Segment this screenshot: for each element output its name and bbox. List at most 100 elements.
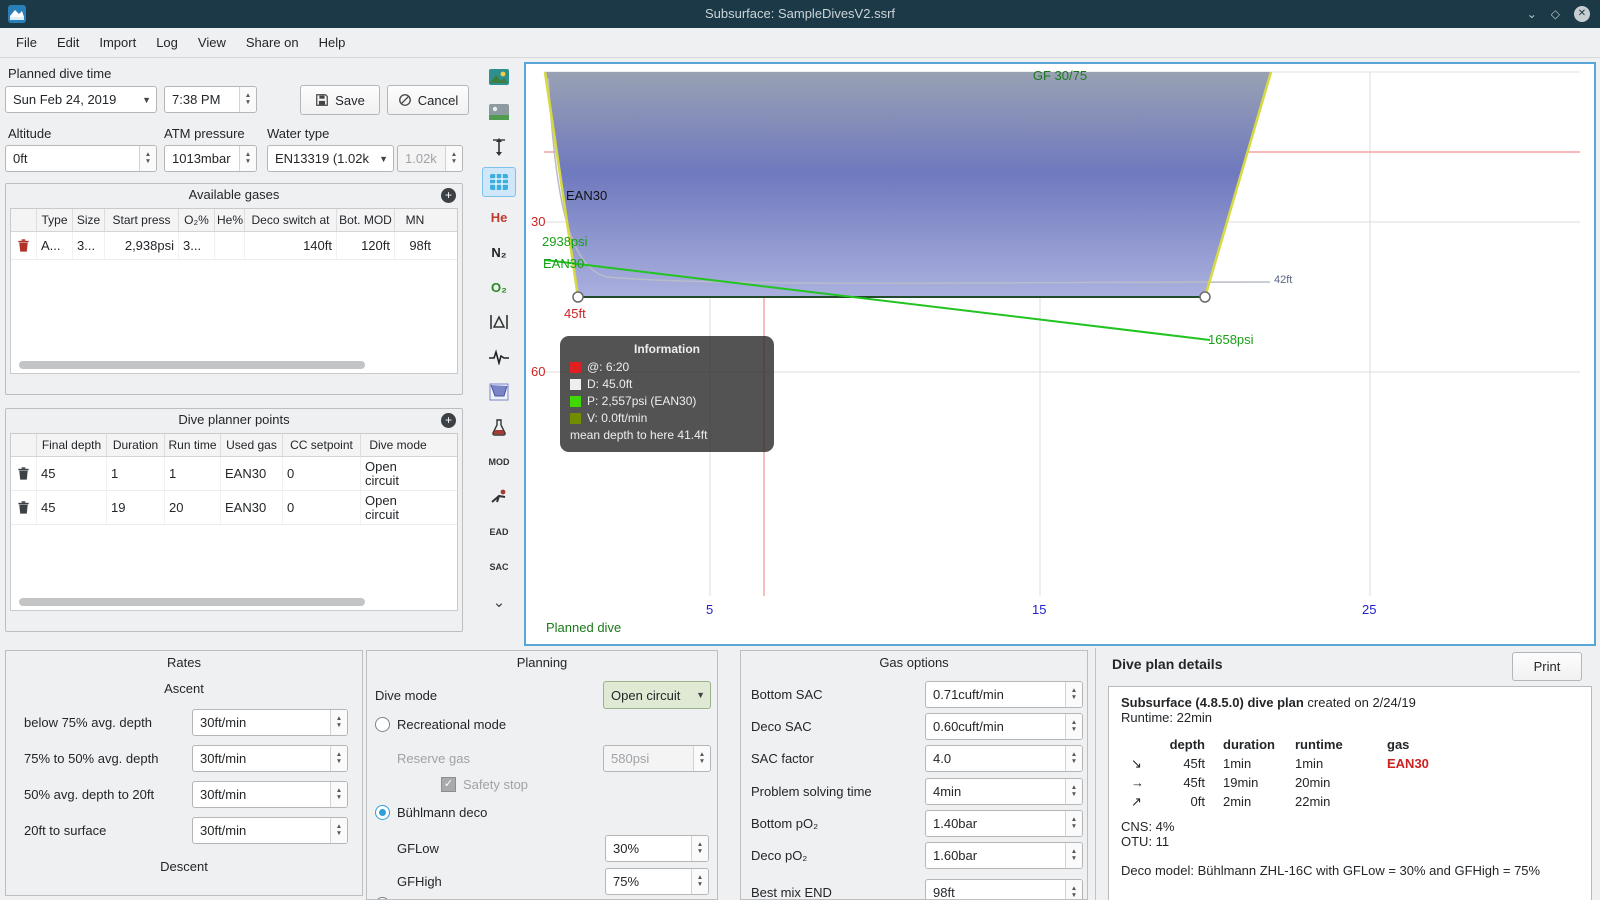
- menu-edit[interactable]: Edit: [47, 30, 89, 55]
- delete-point-icon[interactable]: [16, 466, 31, 481]
- dive-date-combo[interactable]: Sun Feb 24, 2019 ▼: [5, 86, 157, 113]
- spinner-arrows-icon[interactable]: ▲ ▼: [139, 146, 156, 171]
- spinner-arrows-icon[interactable]: ▲ ▼: [1065, 746, 1082, 771]
- add-gas-button[interactable]: +: [441, 188, 456, 203]
- menu-help[interactable]: Help: [309, 30, 356, 55]
- available-gases-group: Available gases + Type Size Start press …: [5, 183, 463, 395]
- planner-point-row[interactable]: 45 19 20 EAN30 0 Open circuit: [11, 491, 457, 525]
- toolbar-more-chevron-icon[interactable]: ⌄: [482, 587, 516, 617]
- atm-pressure-spinner[interactable]: 1013mbar ▲ ▼: [164, 145, 257, 172]
- heart-rate-icon[interactable]: [482, 342, 516, 372]
- spinner-arrows-icon[interactable]: ▲ ▼: [1065, 714, 1082, 739]
- buhlmann-deco-radio[interactable]: Bühlmann deco: [375, 805, 487, 820]
- app-logo-icon: [8, 5, 26, 23]
- add-point-button[interactable]: +: [441, 413, 456, 428]
- toggle-n2-icon[interactable]: N₂: [482, 237, 516, 267]
- plan-table-icon[interactable]: [482, 167, 516, 197]
- close-icon[interactable]: ✕: [1574, 6, 1590, 22]
- menu-log[interactable]: Log: [146, 30, 188, 55]
- dive-time-spinner[interactable]: 7:38 PM ▲ ▼: [164, 86, 257, 113]
- bottom-sac-spinner[interactable]: 0.71cuft/min ▲ ▼: [925, 681, 1083, 708]
- hide-photos-icon[interactable]: [482, 97, 516, 127]
- rate-spinner-50to20[interactable]: 30ft/min ▲ ▼: [192, 781, 348, 808]
- profile-handle[interactable]: [1199, 291, 1211, 303]
- menu-share-on[interactable]: Share on: [236, 30, 309, 55]
- ead-toggle-icon[interactable]: EAD: [482, 517, 516, 547]
- best-mix-end-spinner[interactable]: 98ft ▲ ▼: [925, 879, 1083, 899]
- spinner-arrows-icon[interactable]: ▲ ▼: [239, 146, 256, 171]
- deco-po2-spinner[interactable]: 1.60bar ▲ ▼: [925, 842, 1083, 869]
- toggle-he-icon[interactable]: He: [482, 202, 516, 232]
- spinner-arrows-icon[interactable]: ▲ ▼: [1065, 843, 1082, 868]
- dive-profile-chart[interactable]: GF 30/75 30 60 5 15 25 Planned dive EAN3…: [524, 62, 1596, 646]
- sac-toggle-icon[interactable]: SAC: [482, 552, 516, 582]
- gas-row[interactable]: A... 3... 2,938psi 3... 140ft 120ft 98ft: [11, 232, 457, 260]
- deco-sac-spinner[interactable]: 0.60cuft/min ▲ ▼: [925, 713, 1083, 740]
- rate-spinner-75to50[interactable]: 30ft/min ▲ ▼: [192, 745, 348, 772]
- menu-view[interactable]: View: [188, 30, 236, 55]
- gases-hscrollbar[interactable]: [19, 361, 365, 369]
- gfhigh-spinner[interactable]: 75% ▲ ▼: [605, 868, 709, 895]
- spinner-arrows-icon[interactable]: ▲ ▼: [330, 710, 347, 735]
- sac-factor-spinner[interactable]: 4.0 ▲ ▼: [925, 745, 1083, 772]
- ceiling-toggle-icon[interactable]: [482, 307, 516, 337]
- water-density-spinner[interactable]: 1.02k ▲ ▼: [397, 145, 463, 172]
- menu-file[interactable]: File: [6, 30, 47, 55]
- diver-toggle-icon[interactable]: [482, 482, 516, 512]
- planner-point-row[interactable]: 45 1 1 EAN30 0 Open circuit: [11, 457, 457, 491]
- problem-time-spinner[interactable]: 4min ▲ ▼: [925, 778, 1083, 805]
- spinner-arrows-icon: ▲ ▼: [693, 746, 710, 771]
- spinner-arrows-icon[interactable]: ▲ ▼: [1065, 682, 1082, 707]
- points-table[interactable]: Final depth Duration Run time Used gas C…: [10, 433, 458, 611]
- rate-spinner-surface[interactable]: 30ft/min ▲ ▼: [192, 817, 348, 844]
- dive-plan-details-title: Dive plan details: [1112, 656, 1223, 672]
- profile-handle[interactable]: [572, 291, 584, 303]
- scale-toggle-icon[interactable]: [482, 132, 516, 162]
- mod-toggle-icon[interactable]: MOD: [482, 447, 516, 477]
- show-photos-icon[interactable]: [482, 62, 516, 92]
- toggle-o2-icon[interactable]: O₂: [482, 272, 516, 302]
- spinner-arrows-icon[interactable]: ▲ ▼: [330, 818, 347, 843]
- level-arrow-icon: →: [1131, 775, 1144, 790]
- safety-stop-checkbox[interactable]: ✓ Safety stop: [441, 777, 528, 792]
- spinner-arrows-icon[interactable]: ▲ ▼: [1065, 811, 1082, 836]
- spinner-arrows-icon[interactable]: ▲ ▼: [1065, 779, 1082, 804]
- bottom-po2-spinner[interactable]: 1.40bar ▲ ▼: [925, 810, 1083, 837]
- spinner-arrows-icon[interactable]: ▲ ▼: [691, 869, 708, 894]
- recreational-mode-radio[interactable]: Recreational mode: [375, 717, 506, 732]
- spinner-arrows-icon[interactable]: ▲ ▼: [239, 87, 256, 112]
- panel-splitter[interactable]: [1095, 648, 1096, 900]
- end-pressure-label: 1658psi: [1208, 332, 1254, 347]
- minimize-icon[interactable]: ⌄: [1527, 8, 1537, 20]
- profile-ruler-icon[interactable]: [482, 377, 516, 407]
- maximize-icon[interactable]: ◇: [1551, 8, 1560, 20]
- gas-options-title: Gas options: [879, 655, 949, 670]
- points-hscrollbar[interactable]: [19, 598, 365, 606]
- dive-mode-combo[interactable]: Open circuit ▼: [603, 681, 711, 709]
- spinner-arrows-icon: ▲ ▼: [445, 146, 462, 171]
- water-type-combo[interactable]: EN13319 (1.02k ▼: [267, 145, 394, 172]
- spinner-arrows-icon[interactable]: ▲ ▼: [330, 782, 347, 807]
- dive-planner-points-title: Dive planner points: [178, 412, 290, 427]
- spinner-arrows-icon[interactable]: ▲ ▼: [330, 746, 347, 771]
- delete-point-icon[interactable]: [16, 500, 31, 515]
- cancel-button[interactable]: Cancel: [387, 85, 469, 115]
- spinner-arrows-icon[interactable]: ▲ ▼: [1065, 880, 1082, 899]
- menu-import[interactable]: Import: [89, 30, 146, 55]
- altitude-spinner[interactable]: 0ft ▲ ▼: [5, 145, 157, 172]
- title-bar[interactable]: Subsurface: SampleDivesV2.ssrf ⌄ ◇ ✕: [0, 0, 1600, 28]
- profile-toolbar: He N₂ O₂ MOD EAD SAC ⌄: [477, 62, 521, 617]
- print-button[interactable]: Print: [1512, 652, 1582, 681]
- delete-gas-icon[interactable]: [16, 238, 31, 253]
- gases-table[interactable]: Type Size Start press O₂% He% Deco switc…: [10, 208, 458, 374]
- spinner-arrows-icon[interactable]: ▲ ▼: [691, 836, 708, 861]
- tissue-flask-icon[interactable]: [482, 412, 516, 442]
- save-button[interactable]: Save: [300, 85, 380, 115]
- plan-table-row: ↗ 0ft 2min 22min: [1131, 794, 1331, 809]
- rate-spinner-below75[interactable]: 30ft/min ▲ ▼: [192, 709, 348, 736]
- cancel-icon: [398, 94, 411, 106]
- rate-label: 50% avg. depth to 20ft: [24, 787, 155, 802]
- gflow-spinner[interactable]: 30% ▲ ▼: [605, 835, 709, 862]
- planning-panel: Planning Dive mode Open circuit ▼ Recrea…: [366, 650, 718, 900]
- reserve-gas-spinner[interactable]: 580psi ▲ ▼: [603, 745, 711, 772]
